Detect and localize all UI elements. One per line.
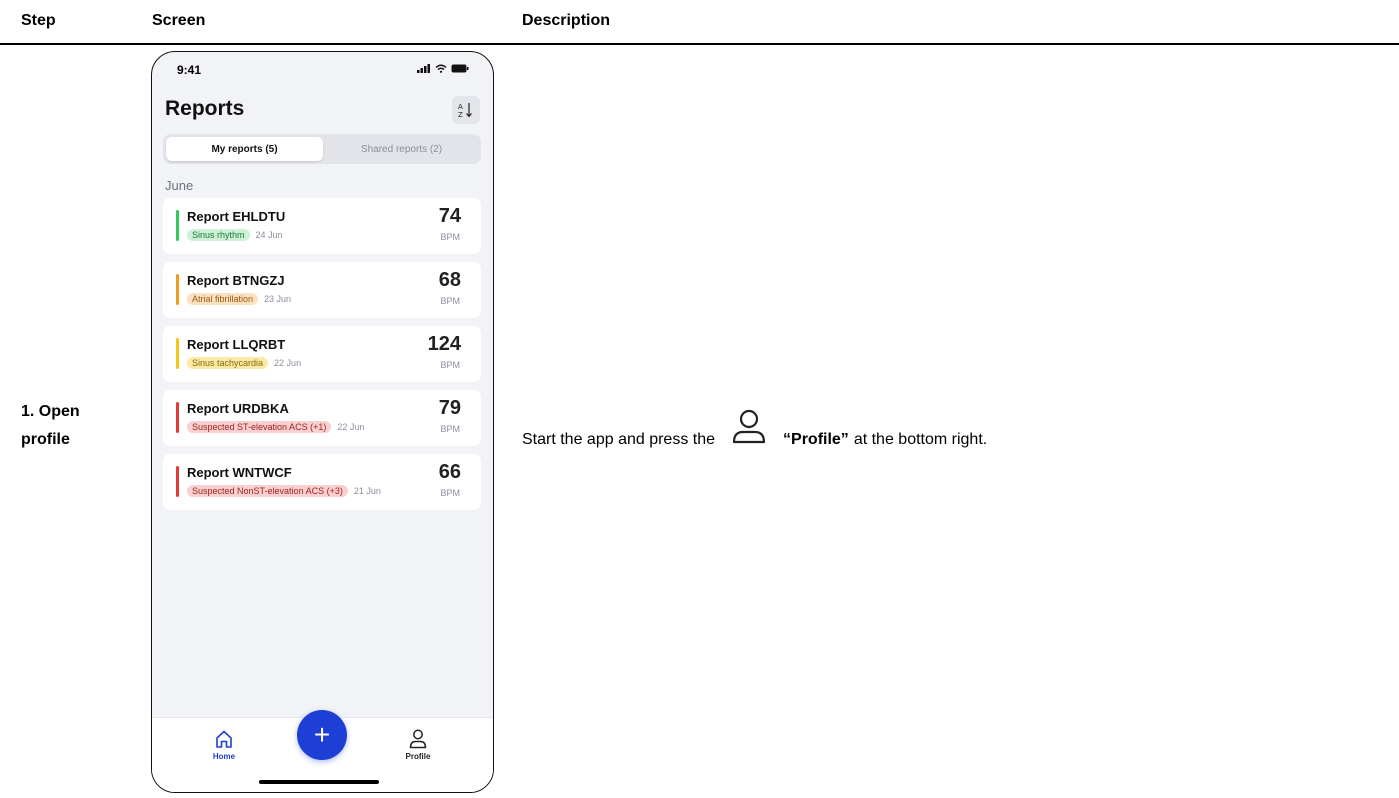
report-card[interactable]: Report URDBKA Suspected ST-elevation ACS … bbox=[163, 390, 481, 446]
header-screen: Screen bbox=[152, 12, 206, 29]
tab-profile-label: Profile bbox=[405, 752, 431, 761]
section-month: June bbox=[165, 178, 194, 193]
tab-profile[interactable]: Profile bbox=[388, 728, 448, 761]
severity-bar bbox=[176, 274, 179, 305]
bpm-unit: BPM bbox=[440, 296, 460, 306]
profile-icon bbox=[729, 408, 769, 448]
tab-shared-reports[interactable]: Shared reports (2) bbox=[323, 137, 480, 161]
sort-az-icon: A Z bbox=[458, 103, 472, 119]
report-date: 23 Jun bbox=[264, 294, 292, 304]
report-meta: Suspected ST-elevation ACS (+1) 22 Jun bbox=[187, 421, 364, 433]
report-meta: Atrial fibrillation 23 Jun bbox=[187, 293, 291, 305]
header-description: Description bbox=[522, 12, 611, 29]
status-bar: 9:41 bbox=[152, 52, 493, 88]
report-card[interactable]: Report WNTWCF Suspected NonST-elevation A… bbox=[163, 454, 481, 510]
rhythm-tag: Sinus tachycardia bbox=[187, 357, 269, 369]
report-card[interactable]: Report EHLDTU Sinus rhythm 24 Jun 74 BPM bbox=[163, 198, 481, 254]
header-divider bbox=[0, 43, 1399, 45]
bottom-tab-bar: Home + Profile bbox=[152, 710, 493, 792]
status-time: 9:41 bbox=[177, 63, 202, 77]
bpm-unit: BPM bbox=[440, 424, 460, 434]
bpm-unit: BPM bbox=[440, 360, 460, 370]
rhythm-tag: Suspected ST-elevation ACS (+1) bbox=[187, 421, 332, 433]
sort-button[interactable]: A Z bbox=[452, 96, 480, 124]
add-report-button[interactable]: + bbox=[297, 710, 347, 760]
rhythm-tag: Suspected NonST-elevation ACS (+3) bbox=[187, 485, 348, 497]
tab-home-label: Home bbox=[212, 752, 236, 761]
description-emphasis: “Profile” bbox=[783, 431, 849, 448]
bpm-value: 66 bbox=[438, 461, 461, 483]
step-label-line2: profile bbox=[21, 431, 70, 448]
bpm-value: 124 bbox=[427, 333, 461, 355]
report-title: Report BTNGZJ bbox=[187, 273, 285, 288]
step-label-line1: 1. Open bbox=[21, 403, 80, 420]
bpm-value: 68 bbox=[438, 269, 461, 291]
report-date: 22 Jun bbox=[337, 422, 365, 432]
report-title: Report WNTWCF bbox=[187, 465, 292, 480]
home-icon bbox=[216, 730, 232, 748]
bpm-value: 74 bbox=[438, 205, 461, 227]
description-text-after: at the bottom right. bbox=[853, 431, 988, 448]
report-meta: Sinus tachycardia 22 Jun bbox=[187, 357, 301, 369]
bpm-unit: BPM bbox=[440, 488, 460, 498]
report-date: 22 Jun bbox=[274, 358, 302, 368]
battery-icon bbox=[451, 64, 469, 73]
report-date: 21 Jun bbox=[353, 486, 381, 496]
step-description: Start the app and press the “Profile” at… bbox=[522, 400, 987, 480]
status-icons bbox=[417, 64, 469, 73]
report-title: Report LLQRBT bbox=[187, 337, 286, 352]
plus-icon: + bbox=[313, 719, 331, 750]
tab-home[interactable]: Home bbox=[194, 728, 254, 761]
header-step: Step bbox=[21, 12, 56, 29]
report-card[interactable]: Report BTNGZJ Atrial fibrillation 23 Jun 68… bbox=[163, 262, 481, 318]
page-title: Reports bbox=[165, 97, 245, 120]
severity-bar bbox=[176, 402, 179, 433]
bpm-value: 79 bbox=[438, 397, 461, 419]
severity-bar bbox=[176, 466, 179, 497]
profile-icon bbox=[409, 729, 427, 749]
svg-text:Z: Z bbox=[458, 111, 463, 119]
report-date: 24 Jun bbox=[255, 230, 283, 240]
report-meta: Suspected NonST-elevation ACS (+3) 21 Jun bbox=[187, 485, 381, 497]
report-segmented-control: My reports (5) Shared reports (2) bbox=[163, 134, 481, 164]
wifi-icon bbox=[435, 64, 447, 73]
report-meta: Sinus rhythm 24 Jun bbox=[187, 229, 283, 241]
svg-text:A: A bbox=[458, 103, 463, 111]
rhythm-tag: Sinus rhythm bbox=[187, 229, 250, 241]
severity-bar bbox=[176, 338, 179, 369]
home-indicator bbox=[259, 780, 379, 784]
signal-icon bbox=[417, 64, 430, 73]
step-label: 1. Open profile bbox=[21, 398, 80, 454]
rhythm-tag: Atrial fibrillation bbox=[187, 293, 259, 305]
report-title: Report URDBKA bbox=[187, 401, 289, 416]
report-card[interactable]: Report LLQRBT Sinus tachycardia 22 Jun 124 B… bbox=[163, 326, 481, 382]
severity-bar bbox=[176, 210, 179, 241]
tab-my-reports[interactable]: My reports (5) bbox=[166, 137, 323, 161]
report-title: Report EHLDTU bbox=[187, 209, 286, 224]
description-text-before: Start the app and press the bbox=[522, 431, 716, 448]
phone-screen: 9:41 Reports A Z My reports (5) Shared r… bbox=[151, 51, 494, 793]
bpm-unit: BPM bbox=[440, 232, 460, 242]
